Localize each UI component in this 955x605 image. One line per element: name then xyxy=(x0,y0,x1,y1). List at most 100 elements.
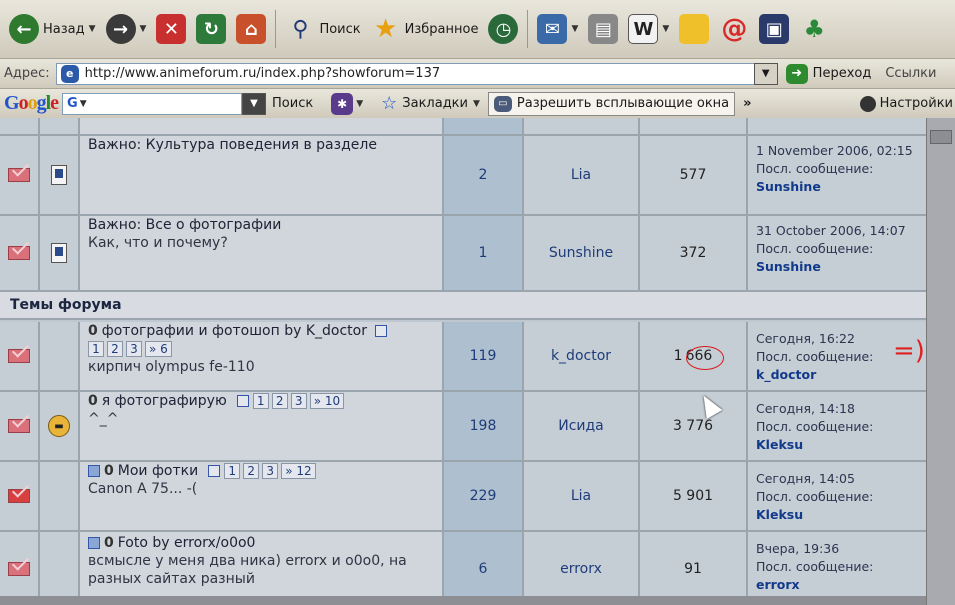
table-row[interactable]: Важно: Культура поведения в разделе 2 Li… xyxy=(0,136,926,216)
topic-author[interactable]: errorx xyxy=(524,532,640,605)
topic-author[interactable]: k_doctor xyxy=(524,322,640,390)
refresh-button[interactable]: ↻ xyxy=(191,9,231,49)
browser-window: ← Назад ▼ → ▼ ✕ ↻ ⌂ ⚲ Поиск ★ Избранное … xyxy=(0,0,955,605)
last-post-author[interactable]: Sunshine xyxy=(756,258,821,276)
stop-button[interactable]: ✕ xyxy=(151,9,191,49)
chevron-down-icon[interactable]: ▼ xyxy=(89,24,96,34)
note-button[interactable] xyxy=(674,9,714,49)
mail-button[interactable]: ✉ ▼ xyxy=(532,9,583,49)
google-search-input[interactable]: G ▼ xyxy=(62,92,243,115)
reply-count[interactable]: 229 xyxy=(444,462,524,530)
page-link[interactable]: 1 xyxy=(252,393,269,409)
pagination: 1 2 3 » 12 xyxy=(224,463,316,479)
address-bar: Адрес: e http://www.animeforum.ru/index.… xyxy=(0,58,955,88)
reply-count[interactable]: 198 xyxy=(444,392,524,460)
media-button[interactable]: ▣ xyxy=(754,9,794,49)
vertical-scrollbar[interactable] xyxy=(926,118,955,605)
print-button[interactable]: ▤ xyxy=(583,9,623,49)
horizontal-scrollbar[interactable] xyxy=(0,596,926,605)
view-count: 91 xyxy=(640,532,748,605)
attachment-icon: 0 xyxy=(88,323,98,339)
topic-title-link[interactable]: Важно: Культура поведения в разделе xyxy=(88,136,377,154)
last-post-author[interactable]: Kleksu xyxy=(756,436,803,454)
toolbar-separator xyxy=(527,10,529,48)
page-link[interactable]: 1 xyxy=(224,463,241,479)
refresh-icon: ↻ xyxy=(196,14,227,44)
page-link[interactable]: » 10 xyxy=(309,393,345,409)
last-post-author[interactable]: Kleksu xyxy=(756,506,803,524)
chevron-down-icon[interactable]: ▼ xyxy=(662,24,669,34)
page-link[interactable]: 1 xyxy=(88,341,104,357)
page-link[interactable]: 2 xyxy=(243,463,260,479)
topic-title-link[interactable]: фотографии и фотошоп by K_doctor xyxy=(102,322,367,340)
topic-author[interactable]: Sunshine xyxy=(524,216,640,290)
topic-title-link[interactable]: Foto by errorx/o0o0 xyxy=(118,534,256,552)
at-button[interactable]: @ xyxy=(714,9,754,49)
page-link[interactable]: 2 xyxy=(271,393,288,409)
go-button[interactable]: ➜ Переход xyxy=(785,63,871,84)
topic-title-link[interactable]: Мои фотки xyxy=(118,462,198,480)
search-button[interactable]: ⚲ Поиск xyxy=(280,9,365,49)
red-highlight-circle xyxy=(686,346,724,370)
topic-status-icon xyxy=(8,561,30,576)
printer-icon: ▤ xyxy=(588,14,619,44)
topic-author[interactable]: Lia xyxy=(524,136,640,214)
google-search-button[interactable]: Поиск xyxy=(272,96,313,111)
pinned-icon xyxy=(51,165,67,185)
settings-button[interactable]: Настройки xyxy=(859,95,955,112)
table-row[interactable]: Важно: Все о фотографии Как, что и почем… xyxy=(0,216,926,292)
topic-author[interactable]: Lia xyxy=(524,462,640,530)
home-button[interactable]: ⌂ xyxy=(231,9,271,49)
topic-author[interactable]: Исида xyxy=(524,392,640,460)
popup-blocker-button[interactable]: ▭ Разрешить всплывающие окна xyxy=(487,91,736,116)
multipage-icon xyxy=(208,465,221,477)
attachment-icon: 0 xyxy=(104,463,114,479)
back-button[interactable]: ← Назад ▼ xyxy=(4,9,101,49)
forward-button[interactable]: → ▼ xyxy=(101,9,152,49)
table-row[interactable]: 0 Foto by errorx/o0o0 всмысле у меня два … xyxy=(0,532,926,605)
pagination: 1 2 3 » 10 xyxy=(252,393,345,409)
chevron-down-icon: ▼ xyxy=(472,98,480,109)
history-button[interactable]: ◷ xyxy=(483,9,523,49)
scrollbar-thumb[interactable] xyxy=(930,130,952,144)
address-dropdown-icon[interactable]: ▼ xyxy=(753,62,778,85)
page-link[interactable]: 3 xyxy=(262,463,279,479)
topic-status-icon xyxy=(8,419,30,433)
page-link[interactable]: 3 xyxy=(290,393,307,409)
category-header: Темы форума xyxy=(0,292,926,320)
chevron-down-icon[interactable]: ▼ xyxy=(571,24,578,34)
poll-icon xyxy=(88,537,100,549)
reply-count[interactable]: 1 xyxy=(444,216,524,290)
more-chevron-icon[interactable]: » xyxy=(743,96,751,111)
table-row[interactable]: 0 фотографии и фотошоп by K_doctor 1 2 3 … xyxy=(0,322,926,392)
table-row[interactable]: 0 Мои фотки 1 2 3 » 12 Canon A 75... -( 2… xyxy=(0,462,926,532)
puzzle-icon: ✱ xyxy=(331,92,354,115)
go-arrow-icon: ➜ xyxy=(785,63,808,84)
topic-title-link[interactable]: я фотографирую xyxy=(102,392,227,410)
last-post-author[interactable]: k_doctor xyxy=(756,366,816,384)
reply-count[interactable]: 6 xyxy=(444,532,524,605)
page-link[interactable]: 2 xyxy=(107,341,123,357)
links-label[interactable]: Ссылки xyxy=(885,66,936,81)
edit-button[interactable]: W ▼ xyxy=(623,9,674,49)
address-input[interactable]: e http://www.animeforum.ru/index.php?sho… xyxy=(55,62,774,85)
view-count: 3 776 xyxy=(640,392,748,460)
view-count: 5 901 xyxy=(640,462,748,530)
reply-count[interactable]: 2 xyxy=(444,136,524,214)
last-post-author[interactable]: errorx xyxy=(756,576,800,594)
page-link[interactable]: » 12 xyxy=(281,463,316,479)
cool-smiley-icon: ▬ xyxy=(48,415,70,437)
bookmarks-button[interactable]: ☆ Закладки ▼ xyxy=(381,93,480,114)
reply-count[interactable]: 119 xyxy=(444,322,524,390)
table-row[interactable]: ▬ 0я фотографирую 1 2 3 » 10 ^_^ 198 Иси… xyxy=(0,392,926,462)
page-link[interactable]: 3 xyxy=(126,341,142,357)
favorites-button[interactable]: ★ Избранное xyxy=(366,9,484,49)
google-dropdown-icon[interactable]: ▼ xyxy=(242,92,267,115)
chevron-down-icon[interactable]: ▼ xyxy=(140,24,147,34)
page-link[interactable]: » 6 xyxy=(145,341,172,357)
google-options-button[interactable]: ✱ ▼ xyxy=(331,92,363,115)
last-post-author[interactable]: Sunshine xyxy=(756,178,821,196)
topic-title-link[interactable]: Важно: Все о фотографии xyxy=(88,216,281,234)
last-post-date: 31 October 2006, 14:07 xyxy=(756,223,906,238)
messenger-button[interactable]: ♣ xyxy=(794,9,834,49)
